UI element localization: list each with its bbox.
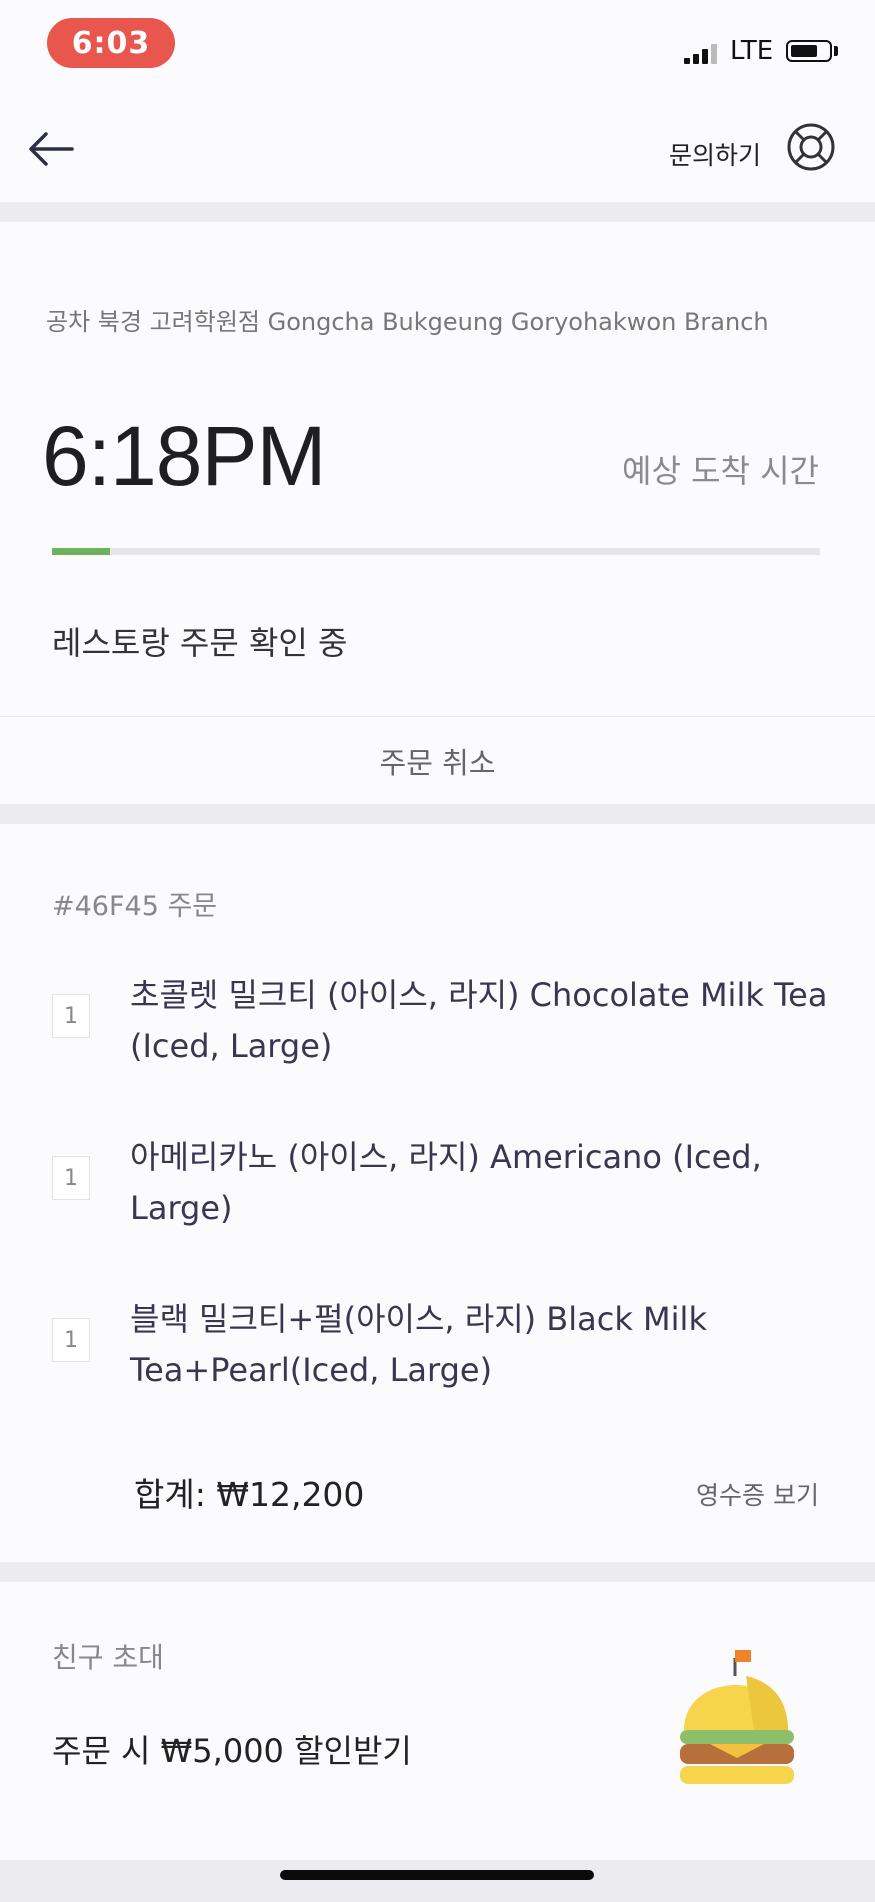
item-name: 초콜렛 밀크티 (아이스, 라지) Chocolate Milk Tea (Ic…: [130, 976, 828, 1065]
order-details-card: #46F45 주문 1 초콜렛 밀크티 (아이스, 라지) Chocolate …: [0, 824, 875, 1562]
eta-time: 6:18PM: [42, 409, 326, 503]
order-progress-bar: [52, 548, 820, 555]
invite-text: 주문 시 ₩5,000 할인받기: [52, 1732, 412, 1770]
back-button[interactable]: [22, 126, 84, 172]
item-quantity: 1: [52, 1318, 90, 1362]
network-label: LTE: [730, 36, 774, 66]
store-name: 공차 북경 고려학원점 Gongcha Bukgeung Goryohakwon…: [46, 308, 769, 336]
order-number: #46F45 주문: [52, 891, 218, 922]
home-indicator: [280, 1870, 594, 1880]
invite-friends-card[interactable]: 친구 초대 주문 시 ₩5,000 할인받기: [0, 1582, 875, 1860]
status-bar: 6:03 LTE: [0, 0, 875, 96]
battery-nub: [834, 46, 838, 56]
battery-icon: [786, 40, 832, 62]
nav-bar: 문의하기: [0, 96, 875, 202]
lifebuoy-icon[interactable]: [784, 120, 838, 174]
cancel-order-button[interactable]: 주문 취소: [0, 717, 875, 804]
order-status-text: 레스토랑 주문 확인 중: [52, 624, 348, 662]
order-total: 합계: ₩12,200: [134, 1475, 365, 1514]
burger-icon: [676, 1650, 798, 1784]
eta-label: 예상 도착 시간: [622, 452, 819, 490]
item-name: 블랙 밀크티+펄(아이스, 라지) Black Milk Tea+Pearl(I…: [130, 1300, 707, 1389]
order-status-card: 공차 북경 고려학원점 Gongcha Bukgeung Goryohakwon…: [0, 222, 875, 804]
status-time: 6:03: [47, 18, 175, 68]
invite-title: 친구 초대: [52, 1641, 164, 1674]
view-receipt-link[interactable]: 영수증 보기: [696, 1476, 819, 1512]
arrow-left-icon: [29, 132, 74, 166]
item-quantity: 1: [52, 1156, 90, 1200]
item-quantity: 1: [52, 994, 90, 1038]
order-progress-fill: [52, 548, 110, 555]
help-label[interactable]: 문의하기: [669, 136, 761, 172]
item-name: 아메리카노 (아이스, 라지) Americano (Iced, Large): [130, 1138, 762, 1227]
signal-icon: [684, 44, 722, 64]
